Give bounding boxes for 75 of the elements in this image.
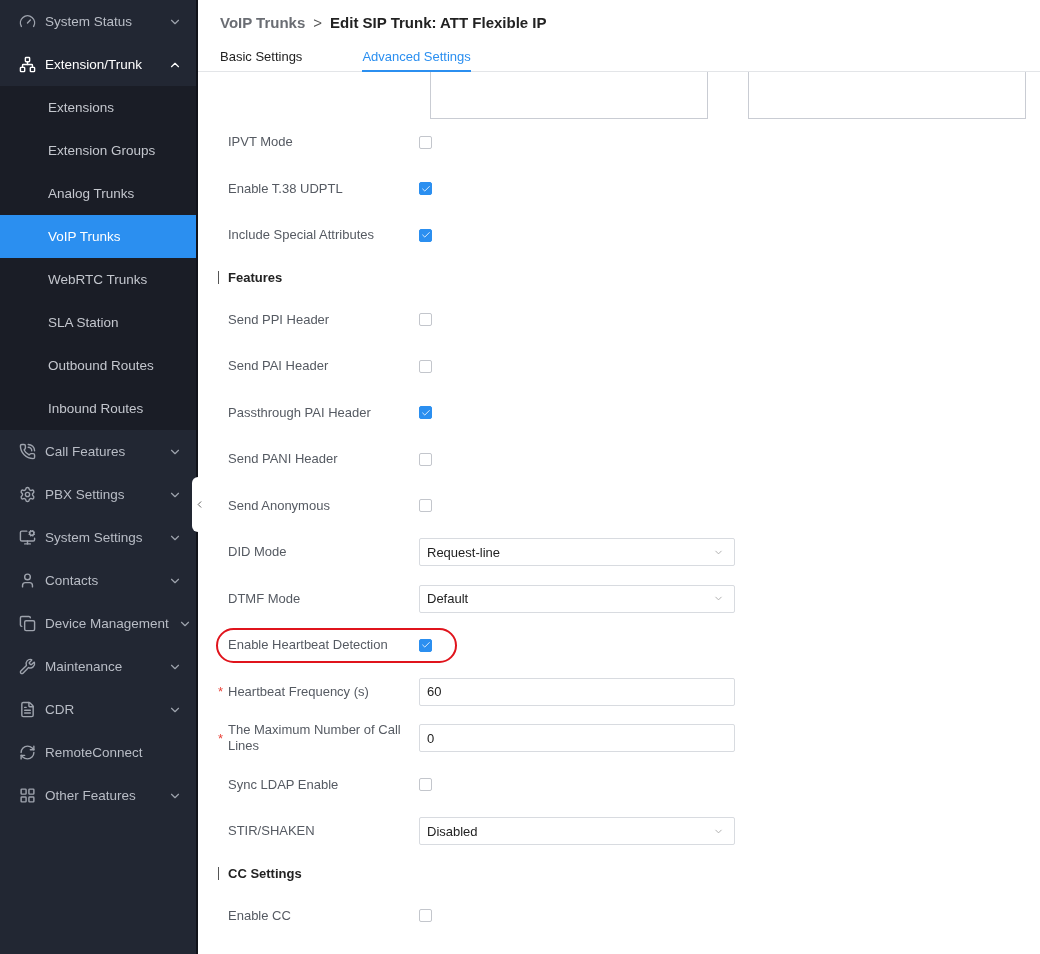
sidebar-item[interactable]: Contacts bbox=[0, 559, 196, 602]
field-label: DTMF Mode bbox=[228, 590, 301, 607]
field-label: DID Mode bbox=[228, 544, 287, 561]
sidebar-item[interactable]: Call Features bbox=[0, 430, 196, 473]
input-field[interactable]: 0 bbox=[419, 724, 735, 753]
monitor-gear-icon bbox=[19, 529, 36, 546]
field-label: STIR/SHAKEN bbox=[228, 823, 315, 840]
sidebar-item[interactable]: Device Management bbox=[0, 602, 196, 645]
field-label: Send PPI Header bbox=[228, 311, 330, 328]
checkbox[interactable] bbox=[419, 909, 432, 923]
sidebar-subitem[interactable]: Extensions bbox=[0, 86, 196, 129]
dropdown[interactable]: Default bbox=[419, 584, 735, 613]
sidebar-subitem[interactable]: SLA Station bbox=[0, 301, 196, 344]
field-label: Enable Heartbeat Detection bbox=[228, 637, 388, 654]
sidebar-item[interactable]: Other Features bbox=[0, 774, 196, 817]
checkbox[interactable] bbox=[419, 135, 432, 149]
tab[interactable]: Basic Settings bbox=[220, 49, 303, 72]
sidebar-subitem[interactable]: Outbound Routes bbox=[0, 344, 196, 387]
required-mark: * bbox=[218, 684, 225, 700]
sidebar-item[interactable]: RemoteConnect bbox=[0, 731, 196, 774]
checkbox[interactable] bbox=[419, 499, 432, 513]
checkbox[interactable] bbox=[419, 452, 432, 466]
field-label: Send PANI Header bbox=[228, 451, 338, 468]
text-area[interactable] bbox=[748, 72, 1026, 119]
dropdown[interactable]: Request-line bbox=[419, 538, 735, 567]
gauge-icon bbox=[19, 13, 36, 30]
field-label: IPVT Mode bbox=[228, 134, 293, 151]
devices-icon bbox=[19, 615, 36, 632]
field-label: The Maximum Number of Call Lines bbox=[228, 722, 402, 755]
section-title: Features bbox=[218, 271, 283, 284]
text-area[interactable] bbox=[430, 72, 708, 119]
sidebar-subitem[interactable]: Analog Trunks bbox=[0, 172, 196, 215]
field-label: Enable CC bbox=[228, 907, 291, 924]
sidebar-item[interactable]: System Status bbox=[0, 0, 196, 43]
checkbox[interactable] bbox=[419, 638, 432, 652]
phone-icon bbox=[19, 443, 36, 460]
check-icon bbox=[420, 407, 431, 418]
sidebar-subitem[interactable]: Inbound Routes bbox=[0, 387, 196, 430]
field-label: Enable T.38 UDPTL bbox=[228, 180, 343, 197]
checkbox[interactable] bbox=[419, 228, 432, 242]
check-icon bbox=[420, 183, 431, 194]
checkbox[interactable] bbox=[419, 778, 432, 792]
checkbox[interactable] bbox=[419, 182, 432, 196]
field-label: Sync LDAP Enable bbox=[228, 776, 339, 793]
section-title: CC Settings bbox=[218, 867, 302, 880]
checkbox[interactable] bbox=[419, 359, 432, 373]
network-icon bbox=[19, 56, 36, 73]
sidebar-item[interactable]: System Settings bbox=[0, 516, 196, 559]
sidebar-subitem[interactable]: WebRTC Trunks bbox=[0, 258, 196, 301]
page-title: Edit SIP Trunk: ATT Flexible IP bbox=[330, 13, 547, 31]
field-label: Heartbeat Frequency (s) bbox=[228, 683, 369, 700]
check-icon bbox=[420, 640, 431, 651]
breadcrumb-separator: > bbox=[313, 13, 323, 31]
sync-icon bbox=[19, 744, 36, 761]
field-label: Include Special Attributes bbox=[228, 227, 374, 244]
checkbox[interactable] bbox=[419, 313, 432, 327]
tools-icon bbox=[19, 658, 36, 675]
sidebar-item[interactable]: PBX Settings bbox=[0, 473, 196, 516]
sidebar-item[interactable]: Maintenance bbox=[0, 645, 196, 688]
field-label: Send PAI Header bbox=[228, 358, 329, 375]
check-icon bbox=[420, 230, 431, 241]
checkbox[interactable] bbox=[419, 406, 432, 420]
field-label: Passthrough PAI Header bbox=[228, 404, 371, 421]
person-icon bbox=[19, 572, 36, 589]
sidebar-item[interactable]: CDR bbox=[0, 688, 196, 731]
document-icon bbox=[19, 701, 36, 718]
required-mark: * bbox=[218, 730, 225, 746]
dropdown[interactable]: Disabled bbox=[419, 817, 735, 846]
sidebar-subitem[interactable]: Extension Groups bbox=[0, 129, 196, 172]
grid-icon bbox=[19, 787, 36, 804]
sidebar-item[interactable]: Extension/Trunk bbox=[0, 43, 196, 86]
field-label: Send Anonymous bbox=[228, 497, 330, 514]
gear-icon bbox=[19, 486, 36, 503]
input-field[interactable]: 60 bbox=[419, 677, 735, 706]
breadcrumb-link[interactable]: VoIP Trunks bbox=[220, 13, 306, 31]
